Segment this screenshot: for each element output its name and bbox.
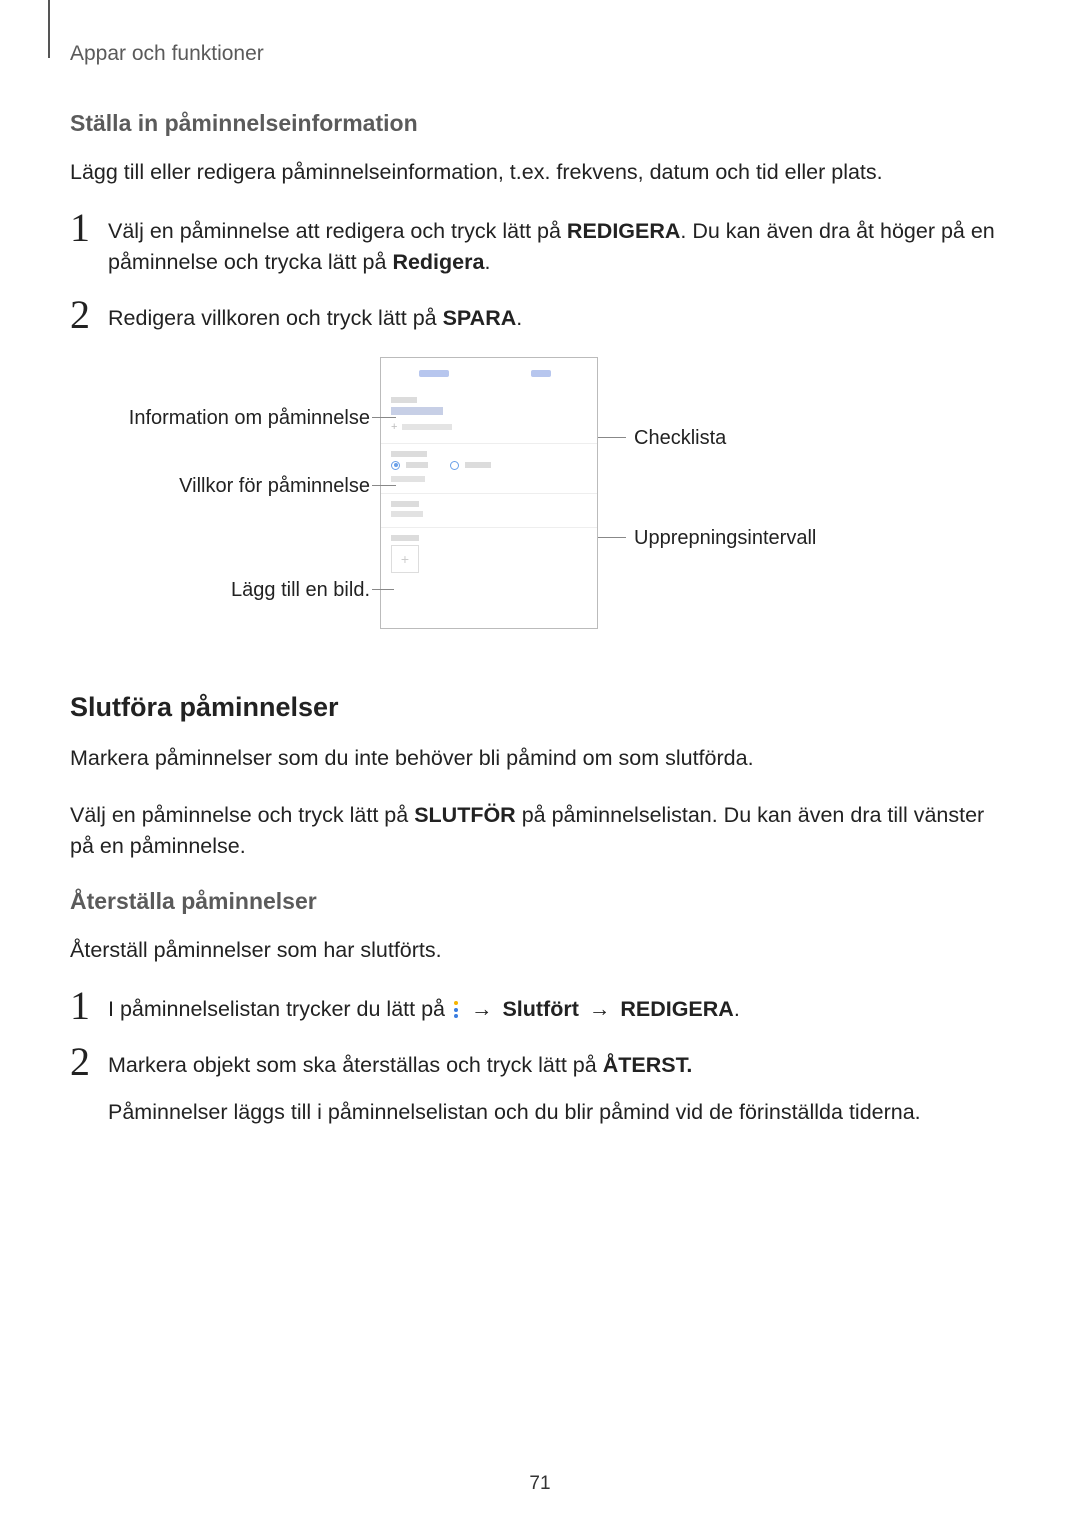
add-image-box: + bbox=[391, 545, 419, 573]
section3-title: Återställa påminnelser bbox=[70, 888, 1010, 915]
section3-intro: Återställ påminnelser som har slutförts. bbox=[70, 935, 1010, 966]
radio-off-icon bbox=[450, 461, 459, 470]
breadcrumb: Appar och funktioner bbox=[70, 42, 1010, 66]
arrow-icon: → bbox=[583, 997, 616, 1021]
restore-label: ÅTERST. bbox=[603, 1053, 693, 1077]
radio-on-icon bbox=[391, 461, 400, 470]
callout-conditions: Villkor för påminnelse bbox=[90, 475, 370, 498]
complete-label: SLUTFÖR bbox=[414, 803, 516, 827]
callout-checklist: Checklista bbox=[634, 427, 726, 450]
section3-step-1: 1 I påminnelselistan trycker du lätt på … bbox=[70, 992, 1010, 1026]
text: . bbox=[484, 250, 490, 274]
section3-step-2: 2 Markera objekt som ska återställas och… bbox=[70, 1048, 1010, 1128]
section2-title: Slutföra påminnelser bbox=[70, 692, 1010, 723]
save-label: SPARA bbox=[443, 306, 517, 330]
step-number: 1 bbox=[70, 986, 108, 1026]
arrow-icon: → bbox=[465, 997, 498, 1021]
text: Markera objekt som ska återställas och t… bbox=[108, 1053, 603, 1077]
text: . bbox=[734, 997, 740, 1021]
reminder-edit-diagram: + + Information om påminnelse Villkor fö… bbox=[90, 357, 990, 647]
text: Redigera villkoren och tryck lätt på bbox=[108, 306, 443, 330]
section3-step2-sub: Påminnelser läggs till i påminnelselista… bbox=[108, 1097, 1010, 1128]
callout-repeat: Upprepningsintervall bbox=[634, 527, 816, 550]
edit-label: REDIGERA bbox=[620, 997, 733, 1021]
edit-label-2: Redigera bbox=[392, 250, 484, 274]
completed-label: Slutfört bbox=[502, 997, 578, 1021]
plus-icon: + bbox=[391, 421, 397, 433]
text: Välj en påminnelse och tryck lätt på bbox=[70, 803, 414, 827]
section1-step-2: 2 Redigera villkoren och tryck lätt på S… bbox=[70, 301, 1010, 335]
section1-title: Ställa in påminnelseinformation bbox=[70, 110, 1010, 137]
section2-p1: Markera påminnelser som du inte behöver … bbox=[70, 743, 1010, 774]
text: Välj en påminnelse att redigera och tryc… bbox=[108, 219, 567, 243]
phone-mockup: + + bbox=[380, 357, 598, 629]
callout-info: Information om påminnelse bbox=[90, 407, 370, 430]
step-number: 2 bbox=[70, 295, 108, 335]
side-rule bbox=[48, 0, 50, 58]
section2-p2: Välj en påminnelse och tryck lätt på SLU… bbox=[70, 800, 1010, 862]
step-number: 2 bbox=[70, 1042, 108, 1082]
page-number: 71 bbox=[0, 1473, 1080, 1495]
edit-label: REDIGERA bbox=[567, 219, 680, 243]
section1-intro: Lägg till eller redigera påminnelseinfor… bbox=[70, 157, 1010, 188]
text: I påminnelselistan trycker du lätt på bbox=[108, 997, 451, 1021]
section1-step-1: 1 Välj en påminnelse att redigera och tr… bbox=[70, 214, 1010, 278]
more-options-icon bbox=[454, 1001, 458, 1018]
text: . bbox=[516, 306, 522, 330]
callout-add-image: Lägg till en bild. bbox=[90, 579, 370, 602]
step-number: 1 bbox=[70, 208, 108, 248]
